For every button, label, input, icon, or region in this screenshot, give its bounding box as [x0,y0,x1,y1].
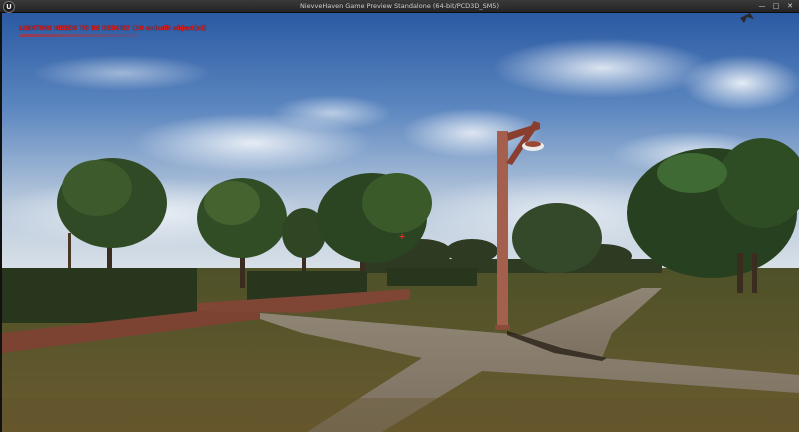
maximize-button[interactable]: □ [771,2,781,11]
lighting-warning-text: LIGHTING NEEDS TO BE REBUILT (10 unbuilt… [19,25,207,32]
game-viewport[interactable]: LIGHTING NEEDS TO BE REBUILT (10 unbuilt… [2,13,799,432]
window-title-bar[interactable]: U NievveHaven Game Preview Standalone (6… [0,0,799,13]
lighting-warning-underline [19,34,139,37]
window-title: NievveHaven Game Preview Standalone (64-… [300,2,499,10]
crosshair-icon: + [398,232,406,241]
scene-render [2,13,799,432]
foreground-grass [2,398,799,432]
window-controls: — □ ✕ [757,0,795,12]
minimize-button[interactable]: — [757,2,767,11]
close-button[interactable]: ✕ [785,2,795,11]
